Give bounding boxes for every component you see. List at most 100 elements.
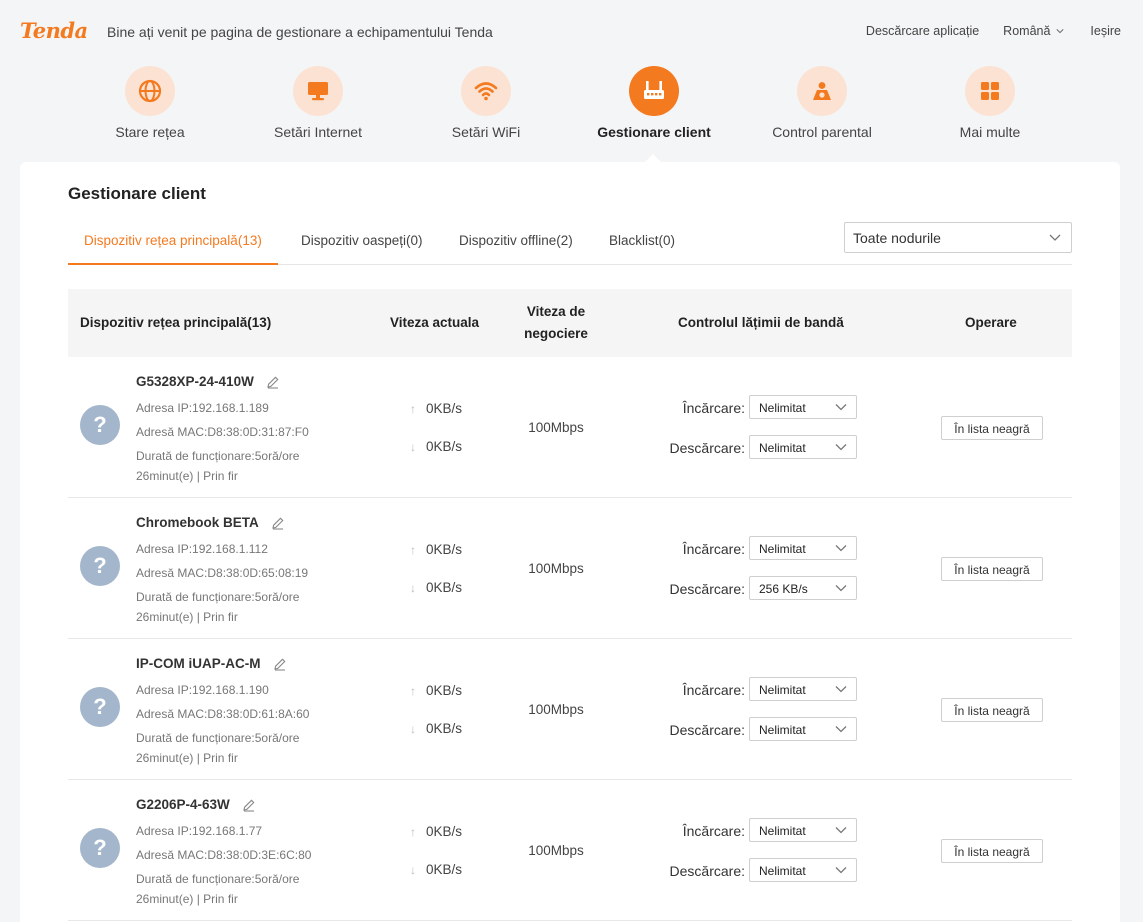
device-mac: Adresă MAC:D8:38:0D:61:8A:60: [136, 707, 310, 721]
download-limit-label: Descărcare:: [669, 863, 745, 879]
nav-item-network-status[interactable]: Stare rețea: [66, 66, 234, 140]
chevron-down-icon: [835, 444, 847, 451]
col-header-nego-line2: negociere: [524, 326, 588, 341]
upload-limit-value: Nelimitat: [759, 542, 806, 556]
nav-item-client-management[interactable]: Gestionare client: [570, 66, 738, 140]
node-filter-select[interactable]: Toate nodurile: [844, 222, 1072, 253]
arrow-down-icon: ↓: [410, 580, 416, 595]
blacklist-button[interactable]: În lista neagră: [941, 698, 1043, 722]
globe-icon: [125, 66, 175, 116]
upload-limit-select[interactable]: Nelimitat: [749, 536, 857, 560]
device-ip: Adresa IP:192.168.1.189: [136, 401, 269, 415]
download-limit-select[interactable]: Nelimitat: [749, 717, 857, 741]
download-speed-value: 0KB/s: [426, 862, 463, 877]
download-speed: ↓ 0KB/s: [410, 721, 462, 736]
tenda-logo[interactable]: Tenda: [20, 18, 88, 43]
col-header-operation: Operare: [965, 315, 1017, 330]
download-app-link[interactable]: Descărcare aplicație: [866, 24, 979, 38]
edit-icon[interactable]: [273, 657, 287, 671]
upload-speed: ↑ 0KB/s: [410, 401, 462, 416]
device-uptime: Durată de funcționare:5oră/ore: [136, 590, 300, 604]
nav-label: Gestionare client: [597, 124, 711, 140]
device-uptime: Durată de funcționare:5oră/ore: [136, 449, 300, 463]
chevron-down-icon: [835, 686, 847, 693]
device-mac: Adresă MAC:D8:38:0D:31:87:F0: [136, 425, 309, 439]
download-limit-select[interactable]: Nelimitat: [749, 858, 857, 882]
monitor-icon: [293, 66, 343, 116]
download-limit-select[interactable]: 256 KB/s: [749, 576, 857, 600]
chevron-down-icon: [835, 404, 847, 411]
device-name: G5328XP-24-410W: [136, 374, 280, 389]
tab-main-network-devices[interactable]: Dispozitiv rețea principală(13): [68, 222, 278, 265]
table-row: ? IP-COM iUAP-AC-M Adresa IP:192.168.1.1…: [68, 639, 1072, 780]
upload-limit-value: Nelimitat: [759, 401, 806, 415]
device-unknown-icon: ?: [80, 687, 120, 727]
download-speed-value: 0KB/s: [426, 721, 463, 736]
client-management-panel: Gestionare client Dispozitiv rețea princ…: [20, 162, 1120, 922]
edit-icon[interactable]: [266, 375, 280, 389]
tab-offline-devices[interactable]: Dispozitiv offline(2): [443, 222, 589, 265]
col-header-nego-line1: Viteza de: [526, 304, 586, 319]
device-name: G2206P-4-63W: [136, 797, 256, 812]
arrow-up-icon: ↑: [410, 542, 416, 557]
device-unknown-icon: ?: [80, 405, 120, 445]
tab-blacklist[interactable]: Blacklist(0): [593, 222, 691, 265]
upload-speed-value: 0KB/s: [426, 401, 463, 416]
edit-icon[interactable]: [271, 516, 285, 530]
device-name-text: Chromebook BETA: [136, 515, 259, 530]
table-row: ? G2206P-4-63W Adresa IP:192.168.1.77 Ad…: [68, 780, 1072, 921]
download-speed-value: 0KB/s: [426, 580, 463, 595]
download-limit-value: 256 KB/s: [759, 582, 808, 596]
download-limit-value: Nelimitat: [759, 441, 806, 455]
main-nav: Stare rețea Setări Internet Setări WiFi …: [66, 66, 1074, 146]
download-limit-label: Descărcare:: [669, 581, 745, 597]
arrow-down-icon: ↓: [410, 721, 416, 736]
upload-limit-select[interactable]: Nelimitat: [749, 395, 857, 419]
chevron-down-icon: [1049, 234, 1061, 241]
negotiated-speed: 100Mbps: [528, 702, 584, 717]
top-header: Tenda Bine ați venit pe pagina de gestio…: [0, 0, 1143, 62]
nav-label: Mai multe: [959, 124, 1021, 140]
nav-item-wifi-settings[interactable]: Setări WiFi: [402, 66, 570, 140]
device-unknown-icon: ?: [80, 828, 120, 868]
exit-link[interactable]: Ieșire: [1090, 24, 1121, 38]
device-mac: Adresă MAC:D8:38:0D:3E:6C:80: [136, 848, 312, 862]
upload-limit-label: Încărcare:: [682, 541, 745, 557]
arrow-up-icon: ↑: [410, 683, 416, 698]
edit-icon[interactable]: [242, 798, 256, 812]
negotiated-speed: 100Mbps: [528, 420, 584, 435]
active-nav-pointer: [645, 154, 661, 162]
nav-label: Setări Internet: [274, 124, 362, 140]
nav-item-parental-control[interactable]: Control parental: [738, 66, 906, 140]
blacklist-button[interactable]: În lista neagră: [941, 557, 1043, 581]
nav-item-internet-settings[interactable]: Setări Internet: [234, 66, 402, 140]
download-speed-value: 0KB/s: [426, 439, 463, 454]
tab-guest-devices[interactable]: Dispozitiv oaspeți(0): [285, 222, 439, 265]
arrow-down-icon: ↓: [410, 862, 416, 877]
download-limit-select[interactable]: Nelimitat: [749, 435, 857, 459]
device-name-text: IP-COM iUAP-AC-M: [136, 656, 261, 671]
negotiated-speed: 100Mbps: [528, 843, 584, 858]
col-header-negotiated-speed: Viteza de negociere: [508, 289, 604, 357]
language-label: Română: [1003, 24, 1051, 38]
arrow-up-icon: ↑: [410, 824, 416, 839]
upload-limit-select[interactable]: Nelimitat: [749, 677, 857, 701]
language-selector[interactable]: Română: [1003, 24, 1064, 38]
nav-item-more[interactable]: Mai multe: [906, 66, 1074, 140]
chevron-down-icon: [835, 827, 847, 834]
col-header-current-speed: Viteza actuala: [390, 315, 480, 330]
upload-limit-label: Încărcare:: [682, 400, 745, 416]
wifi-icon: [461, 66, 511, 116]
upload-limit-select[interactable]: Nelimitat: [749, 818, 857, 842]
upload-limit-value: Nelimitat: [759, 683, 806, 697]
router-icon: [629, 66, 679, 116]
download-speed: ↓ 0KB/s: [410, 580, 462, 595]
blacklist-button[interactable]: În lista neagră: [941, 839, 1043, 863]
table-row: ? G5328XP-24-410W Adresa IP:192.168.1.18…: [68, 357, 1072, 498]
device-uptime: Durată de funcționare:5oră/ore: [136, 731, 300, 745]
upload-speed-value: 0KB/s: [426, 683, 463, 698]
blacklist-button[interactable]: În lista neagră: [941, 416, 1043, 440]
device-ip: Adresa IP:192.168.1.190: [136, 683, 269, 697]
arrow-down-icon: ↓: [410, 439, 416, 454]
arrow-up-icon: ↑: [410, 401, 416, 416]
